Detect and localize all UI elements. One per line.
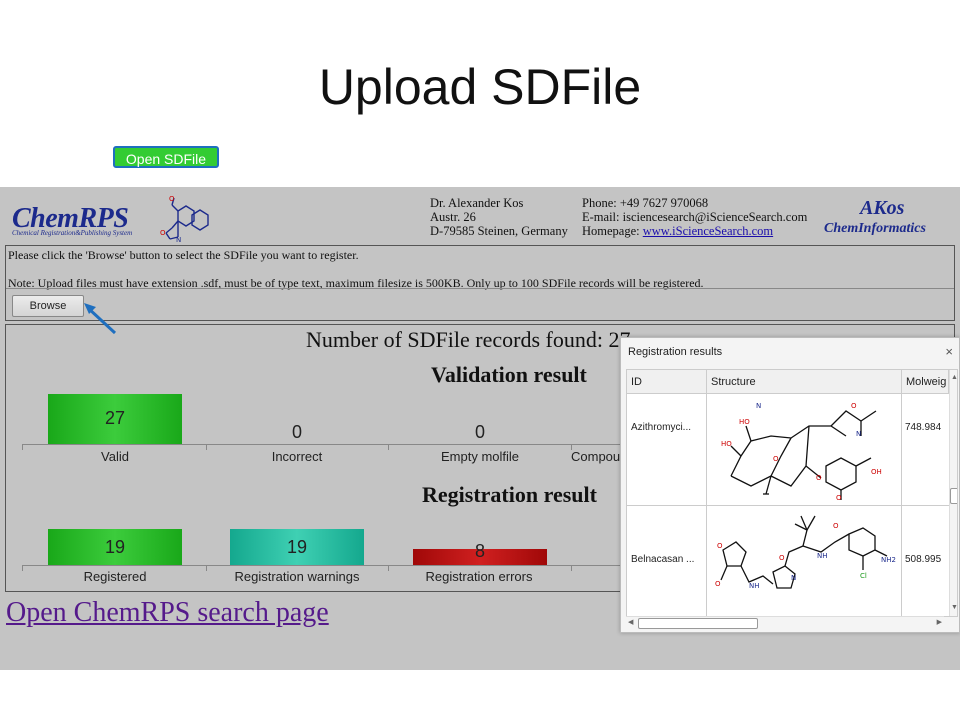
svg-text:Cl: Cl (860, 572, 867, 580)
svg-text:N: N (756, 402, 761, 410)
browse-button[interactable]: Browse (12, 295, 84, 317)
incorrect-label: Incorrect (271, 449, 323, 464)
svg-text:OH: OH (871, 468, 882, 476)
chemrps-logo-subtitle: Chemical Registration&Publishing System (12, 229, 133, 237)
axis-tick (571, 565, 572, 571)
valid-label: Valid (101, 449, 129, 464)
warnings-bar: 19 (230, 529, 364, 565)
akos-logo-bottom: ChemInformatics (824, 221, 926, 236)
open-search-page-link[interactable]: Open ChemRPS search page (6, 597, 329, 629)
svg-text:N: N (791, 574, 796, 582)
errors-bar-value: 8 (474, 541, 485, 561)
incorrect-value: 0 (291, 422, 302, 442)
app-header: ChemRPS Chemical Registration&Publishing… (0, 187, 960, 245)
svg-text:O: O (816, 474, 822, 482)
address-line-3: D-79585 Steinen, Germany (430, 224, 568, 238)
results-grid: ID Structure Molweig Azithromyci... 748.… (626, 369, 958, 617)
axis-tick (22, 444, 23, 450)
azithromycin-structure-image: HO HO O O O OH O N N (721, 402, 882, 500)
homepage-label: Homepage: (582, 224, 643, 238)
horizontal-scrollbar[interactable]: ◀ ▶ (626, 616, 944, 629)
compound-label-truncated: Compou (571, 449, 621, 464)
record-count-text: Number of SDFile records found: 27 (306, 327, 631, 352)
errors-label: Registration errors (425, 569, 533, 584)
svg-text:O: O (717, 542, 723, 550)
address-line-1: Dr. Alexander Kos (430, 196, 524, 210)
registration-baseline (22, 565, 622, 566)
contact-block: Phone: +49 7627 970068 E-mail: isciences… (582, 196, 807, 238)
row-2-id[interactable]: Belnacasan ... (631, 554, 705, 565)
homepage-link[interactable]: www.iScienceSearch.com (643, 224, 773, 238)
svg-text:O: O (169, 195, 175, 203)
dialog-title: Registration results (628, 346, 723, 358)
axis-tick (388, 444, 389, 450)
registration-results-dialog: Registration results × ID Structure Molw… (620, 337, 960, 633)
instruction-text: Please click the 'Browse' button to sele… (8, 248, 359, 262)
row-1-molweight: 748.984 (905, 422, 942, 433)
svg-text:O: O (160, 229, 166, 237)
svg-text:O: O (715, 580, 721, 588)
address-block: Dr. Alexander Kos Austr. 26 D-79585 Stei… (430, 196, 568, 238)
row-2-molweight: 508.995 (905, 554, 942, 565)
svg-text:HO: HO (739, 418, 750, 426)
svg-text:N: N (856, 430, 861, 438)
svg-text:O: O (836, 494, 842, 500)
column-header-id[interactable]: ID (627, 370, 707, 394)
registration-result-title: Registration result (422, 482, 597, 507)
divider (6, 288, 954, 289)
address-line-2: Austr. 26 (430, 210, 476, 224)
email-text: E-mail: isciencesearch@iScienceSearch.co… (582, 210, 808, 224)
homepage-line: Homepage: www.iScienceSearch.com (582, 224, 807, 238)
akos-logo-top: AKos (860, 197, 905, 219)
axis-tick (22, 565, 23, 571)
registered-label: Registered (83, 569, 147, 584)
horizontal-scroll-thumb[interactable] (638, 618, 758, 629)
valid-bar-value: 27 (104, 408, 126, 428)
svg-text:NH: NH (749, 582, 760, 590)
svg-text:HO: HO (721, 440, 732, 448)
registered-bar: 19 (48, 529, 182, 565)
validation-baseline (22, 444, 622, 445)
svg-text:NH2: NH2 (881, 556, 896, 564)
scroll-right-icon[interactable]: ▶ (937, 618, 942, 626)
svg-text:NH: NH (817, 552, 828, 560)
vertical-scrollbar[interactable]: ▲ ▼ (949, 370, 957, 616)
belnacasan-structure-image: O O O O NH N NH NH2 Cl (715, 515, 896, 590)
valid-bar: 27 (48, 394, 182, 444)
phone-text: Phone: +49 7627 970068 (582, 196, 709, 210)
empty-molfile-label: Empty molfile (440, 449, 520, 464)
scroll-down-icon[interactable]: ▼ (951, 604, 957, 611)
row-divider (627, 505, 949, 506)
validation-result-title: Validation result (431, 362, 587, 387)
svg-text:N: N (176, 236, 181, 243)
warnings-bar-value: 19 (286, 537, 308, 557)
svg-text:O: O (851, 402, 857, 410)
vertical-scroll-thumb[interactable] (950, 488, 957, 504)
open-sdfile-callout: Open SDFile (113, 146, 219, 168)
molecule-logo-icon: O O N (160, 195, 209, 243)
empty-molfile-value: 0 (474, 422, 485, 442)
errors-bar: 8 (413, 541, 547, 565)
callout-arrow-icon (84, 303, 117, 335)
column-header-molweight[interactable]: Molweig (902, 370, 949, 394)
svg-text:O: O (779, 554, 785, 562)
svg-text:O: O (833, 522, 839, 530)
svg-text:O: O (773, 455, 779, 463)
close-icon[interactable]: × (945, 344, 953, 359)
row-1-id[interactable]: Azithromyci... (631, 422, 705, 433)
scroll-left-icon[interactable]: ◀ (628, 618, 633, 626)
scroll-up-icon[interactable]: ▲ (951, 374, 957, 381)
slide-title: Upload SDFile (318, 59, 642, 115)
registered-bar-value: 19 (104, 537, 126, 557)
upload-instructions-panel: Please click the 'Browse' button to sele… (5, 245, 955, 321)
warnings-label: Registration warnings (234, 569, 360, 584)
axis-tick (206, 444, 207, 450)
column-header-structure[interactable]: Structure (707, 370, 902, 394)
